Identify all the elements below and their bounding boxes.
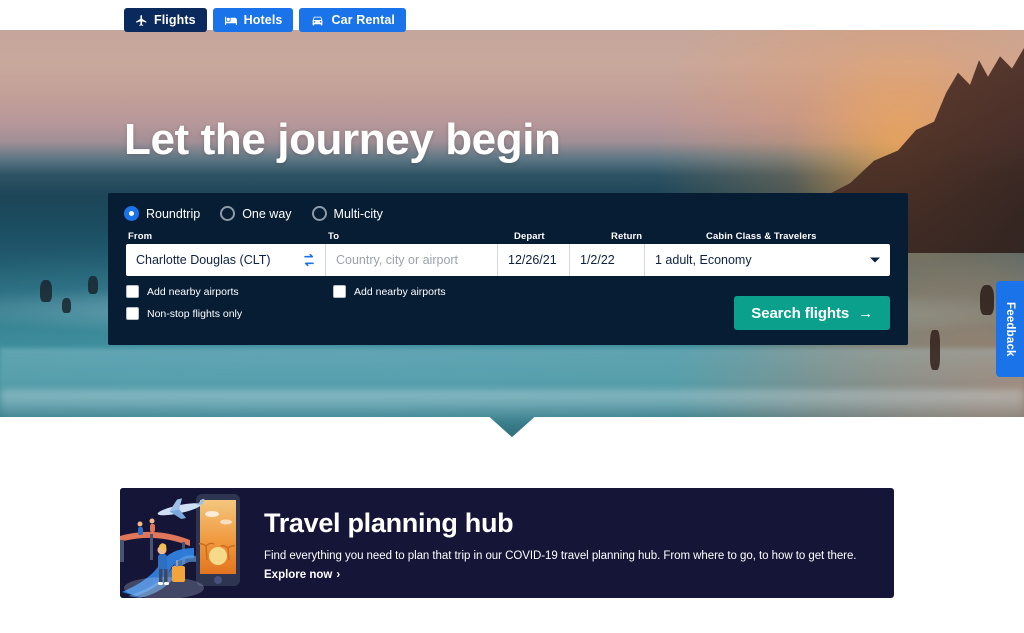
radio-roundtrip[interactable] — [124, 206, 139, 221]
chevron-down-icon[interactable] — [870, 257, 880, 263]
depart-date-field[interactable]: 12/26/21 — [498, 244, 570, 276]
checkbox-to-nearby-label: Add nearby airports — [354, 285, 446, 298]
radio-one-way[interactable] — [220, 206, 236, 221]
checkbox-nonstop-only[interactable]: Non-stop flights only — [126, 307, 242, 320]
beach-figure — [40, 280, 52, 302]
top-tab-bar: Flights Hotels Car Rental — [0, 0, 1024, 32]
hub-description: Find everything you need to plan that tr… — [264, 550, 857, 563]
trip-type-roundtrip-label: Roundtrip — [146, 206, 201, 221]
label-depart: Depart — [514, 231, 545, 242]
feedback-label: Feedback — [1004, 301, 1016, 357]
hub-text-block: Travel planning hub Find everything you … — [264, 508, 879, 583]
checkbox-nonstop-label: Non-stop flights only — [147, 307, 243, 320]
tab-car-rental-label: Car Rental — [331, 13, 396, 27]
tab-hotels-label: Hotels — [243, 13, 283, 27]
return-date-field[interactable]: 1/2/22 — [570, 244, 645, 276]
checkbox-box[interactable] — [126, 285, 139, 298]
trip-type-multi-city-label: Multi-city — [333, 206, 383, 221]
tab-flights[interactable]: Flights — [124, 8, 207, 32]
trip-type-multi-city[interactable]: Multi-city — [311, 206, 383, 221]
cabin-travelers-field[interactable]: 1 adult, Economy — [645, 244, 890, 276]
bed-icon — [224, 14, 238, 27]
feedback-tab[interactable]: Feedback — [996, 281, 1024, 377]
search-fields-row: Charlotte Douglas (CLT) Country, city or… — [126, 244, 890, 276]
beach-figure — [930, 330, 940, 370]
from-options-group: Add nearby airports Non-stop flights onl… — [126, 285, 242, 329]
hub-title: Travel planning hub — [264, 508, 514, 538]
search-flights-label: Search flights — [751, 304, 850, 322]
beach-figure — [88, 276, 98, 294]
trip-type-group: Roundtrip One way Multi-city — [124, 206, 383, 221]
explore-now-link[interactable]: Explore now › — [264, 569, 340, 581]
car-icon — [310, 14, 325, 27]
beach-figure — [62, 298, 71, 313]
swap-arrows-icon[interactable] — [301, 252, 317, 268]
tab-hotels[interactable]: Hotels — [212, 8, 294, 32]
checkbox-from-nearby-airports[interactable]: Add nearby airports — [126, 285, 242, 298]
tab-flights-label: Flights — [154, 13, 196, 27]
beach-figure — [980, 285, 994, 315]
travel-planning-illustration — [120, 488, 258, 598]
tab-car-rental[interactable]: Car Rental — [299, 8, 407, 32]
from-field[interactable]: Charlotte Douglas (CLT) — [126, 244, 326, 276]
radio-multi-city[interactable] — [311, 206, 327, 221]
from-field-value: Charlotte Douglas (CLT) — [136, 253, 271, 267]
hero-title: Let the journey begin — [124, 115, 561, 164]
return-date-value: 1/2/22 — [580, 253, 615, 267]
trip-type-one-way[interactable]: One way — [220, 206, 292, 221]
explore-now-label: Explore now — [264, 569, 333, 582]
label-return: Return — [611, 231, 643, 242]
to-field[interactable]: Country, city or airport — [326, 244, 498, 276]
label-cabin: Cabin Class & Travelers — [706, 231, 817, 242]
service-tabs: Flights Hotels Car Rental — [124, 8, 407, 32]
checkbox-box[interactable] — [126, 307, 139, 320]
chevron-right-icon: › — [336, 569, 341, 582]
checkbox-box[interactable] — [333, 285, 346, 298]
checkbox-to-nearby-airports[interactable]: Add nearby airports — [333, 285, 446, 298]
travel-planning-hub-card[interactable]: Travel planning hub Find everything you … — [120, 488, 894, 598]
field-labels-row: From To Depart Return Cabin Class & Trav… — [128, 231, 896, 243]
search-flights-button[interactable]: Search flights → — [734, 296, 890, 330]
to-field-placeholder: Country, city or airport — [336, 253, 459, 267]
cabin-travelers-value: 1 adult, Economy — [655, 253, 752, 267]
checkbox-from-nearby-label: Add nearby airports — [147, 285, 239, 298]
label-from: From — [128, 231, 153, 242]
trip-type-roundtrip[interactable]: Roundtrip — [124, 206, 200, 221]
label-to: To — [328, 231, 340, 242]
depart-date-value: 12/26/21 — [508, 253, 557, 267]
airplane-icon — [135, 14, 148, 27]
arrow-right-icon: → — [858, 304, 873, 322]
flight-search-panel: Roundtrip One way Multi-city From To Dep… — [108, 193, 908, 345]
trip-type-one-way-label: One way — [242, 206, 292, 221]
